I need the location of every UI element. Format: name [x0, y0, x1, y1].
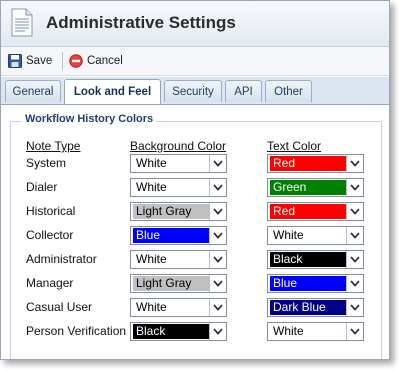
selected-value: Red [270, 156, 346, 171]
text-color-header: Text Color [267, 139, 322, 153]
tab-label: Other [274, 85, 303, 98]
toolbar-separator [62, 52, 63, 70]
selected-value: Blue [133, 228, 209, 243]
background-color-select[interactable]: White [130, 250, 227, 269]
cancel-label: Cancel [87, 55, 123, 67]
selected-value: Red [270, 204, 346, 219]
tab-label: API [234, 85, 253, 98]
chevron-down-icon[interactable] [346, 203, 363, 220]
chevron-down-icon[interactable] [346, 155, 363, 172]
note-type-label: Dialer [26, 180, 58, 194]
selected-value: Black [133, 324, 209, 339]
selected-value: Light Gray [133, 204, 209, 219]
note-type-label: Casual User [26, 300, 93, 314]
selected-value: Dark Blue [270, 300, 346, 315]
tab-other[interactable]: Other [265, 80, 312, 102]
page-title: Administrative Settings [46, 13, 236, 32]
selected-value: Light Gray [133, 276, 209, 291]
selected-value: Green [270, 180, 346, 195]
save-button[interactable]: Save [8, 52, 52, 70]
selected-value: White [133, 300, 209, 315]
text-color-select[interactable]: Red [267, 154, 364, 173]
toolbar: Save Cancel [1, 47, 389, 76]
chevron-down-icon[interactable] [209, 227, 226, 244]
chevron-down-icon[interactable] [209, 251, 226, 268]
selected-value: Black [270, 252, 346, 267]
tab-look-and-feel[interactable]: Look and Feel [64, 79, 161, 104]
chevron-down-icon[interactable] [209, 299, 226, 316]
save-label: Save [26, 55, 53, 67]
settings-tabs: General Look and Feel Security API Other [1, 77, 389, 105]
tab-label: Look and Feel [73, 86, 152, 98]
tab-label: Security [172, 85, 214, 98]
background-color-select[interactable]: White [130, 298, 227, 317]
chevron-down-icon[interactable] [209, 179, 226, 196]
chevron-down-icon[interactable] [346, 299, 363, 316]
text-color-select[interactable]: Dark Blue [267, 298, 364, 317]
note-type-label: Historical [26, 204, 76, 218]
note-type-label: System [26, 156, 67, 170]
chevron-down-icon[interactable] [346, 275, 363, 292]
tab-security[interactable]: Security [164, 80, 222, 102]
tab-label: General [12, 85, 54, 98]
note-type-label: Person Verification [26, 324, 127, 338]
background-color-select[interactable]: Black [130, 322, 227, 341]
text-color-select[interactable]: White [267, 322, 364, 341]
no-entry-icon [69, 54, 83, 68]
note-type-header: Note Type [26, 139, 81, 153]
background-color-select[interactable]: White [130, 154, 227, 173]
chevron-down-icon[interactable] [346, 227, 363, 244]
chevron-down-icon[interactable] [346, 251, 363, 268]
look-and-feel-panel: Workflow History Colors Note Type Backgr… [1, 105, 389, 359]
background-color-select[interactable]: Blue [130, 226, 227, 245]
text-color-select[interactable]: Black [267, 250, 364, 269]
document-icon [11, 8, 33, 37]
note-type-label: Manager [26, 276, 74, 290]
chevron-down-icon[interactable] [209, 323, 226, 340]
title-bar: Administrative Settings [1, 1, 389, 47]
background-color-select[interactable]: White [130, 178, 227, 197]
text-color-select[interactable]: Green [267, 178, 364, 197]
chevron-down-icon[interactable] [209, 275, 226, 292]
text-color-select[interactable]: White [267, 226, 364, 245]
background-color-select[interactable]: Light Gray [130, 274, 227, 293]
floppy-disk-icon [8, 54, 22, 68]
background-color-select[interactable]: Light Gray [130, 202, 227, 221]
selected-value: White [133, 156, 209, 171]
chevron-down-icon[interactable] [209, 203, 226, 220]
tab-general[interactable]: General [5, 80, 61, 102]
note-type-label: Collector [26, 228, 74, 242]
selected-value: White [270, 324, 346, 339]
admin-settings-window: Administrative Settings Save Cancel Gene… [0, 0, 390, 360]
section-title: Workflow History Colors [22, 113, 157, 125]
chevron-down-icon[interactable] [346, 323, 363, 340]
chevron-down-icon[interactable] [346, 179, 363, 196]
selected-value: White [133, 180, 209, 195]
text-color-select[interactable]: Red [267, 202, 364, 221]
background-color-header: Background Color [130, 139, 227, 153]
selected-value: Blue [270, 276, 346, 291]
text-color-select[interactable]: Blue [267, 274, 364, 293]
note-type-label: Administrator [26, 252, 97, 266]
chevron-down-icon[interactable] [209, 155, 226, 172]
selected-value: White [270, 228, 346, 243]
cancel-button[interactable]: Cancel [69, 52, 123, 70]
selected-value: White [133, 252, 209, 267]
tab-api[interactable]: API [225, 80, 262, 102]
